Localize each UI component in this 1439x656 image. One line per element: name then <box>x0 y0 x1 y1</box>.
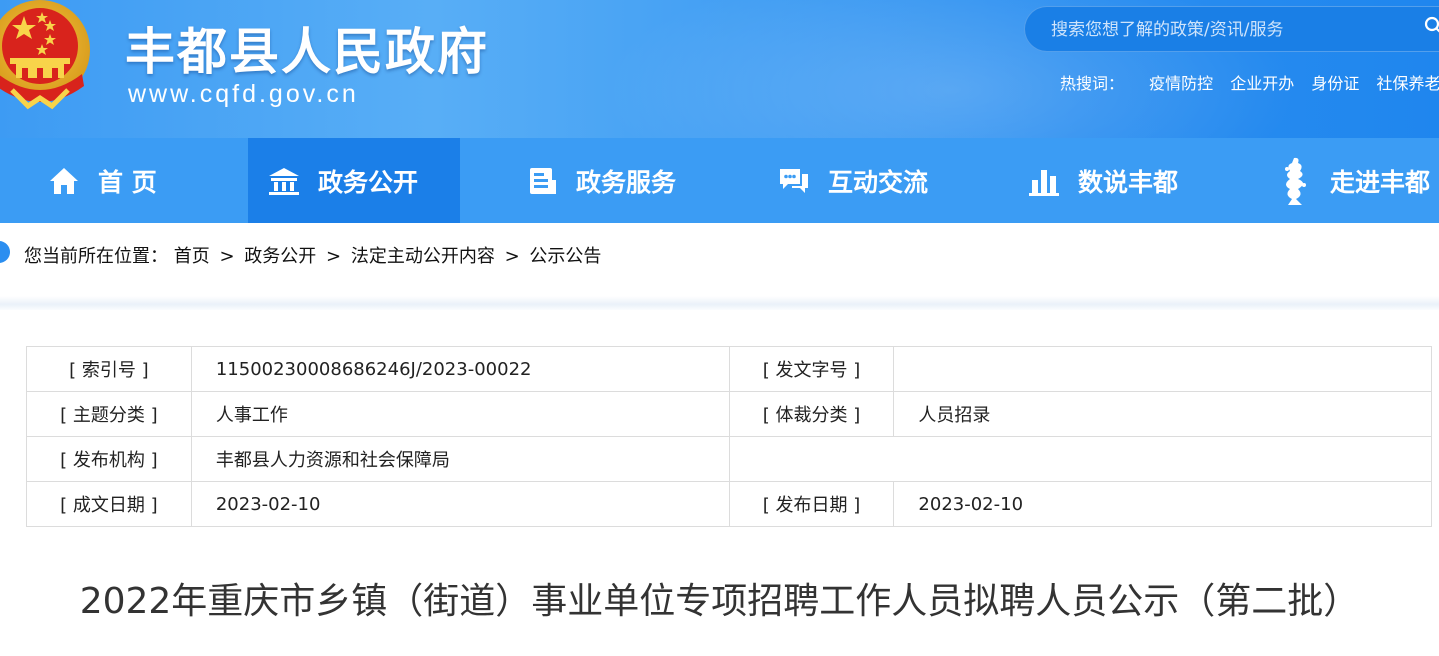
meta-value: 2023-02-10 <box>190 481 730 527</box>
bar-chart-icon <box>1029 169 1059 196</box>
breadcrumb-prefix: 您当前所在位置： <box>24 246 168 267</box>
site-title[interactable]: 丰都县人民政府 <box>125 12 489 84</box>
meta-value: 人员招录 <box>893 391 1432 437</box>
meta-label: [ 主题分类 ] <box>26 391 192 437</box>
hot-word-link[interactable]: 疫情防控 <box>1149 74 1213 93</box>
table-row: [ 主题分类 ] 人事工作 [ 体裁分类 ] 人员招录 <box>26 391 1432 437</box>
nav-item-government-affairs[interactable]: 政务公开 <box>248 138 460 223</box>
hot-search-row: 热搜词： 疫情防控 企业开办 身份证 社保养老 <box>1060 70 1439 94</box>
meta-label: [ 发文字号 ] <box>728 346 895 392</box>
breadcrumb-separator: > <box>219 246 235 267</box>
nav-item-home[interactable]: 首 页 <box>48 138 157 223</box>
hot-word-link[interactable]: 身份证 <box>1311 74 1359 93</box>
meta-value: 人事工作 <box>190 391 730 437</box>
site-header: 丰都县人民政府 www.cqfd.gov.cn 热搜词： 疫情防控 企业开办 身… <box>0 0 1439 138</box>
breadcrumb-separator: > <box>326 246 342 267</box>
meta-label: [ 发布日期 ] <box>728 481 895 527</box>
hot-word-link[interactable]: 企业开办 <box>1230 74 1294 93</box>
meta-label: [ 索引号 ] <box>26 346 192 392</box>
breadcrumb-link[interactable]: 法定主动公开内容 <box>351 246 495 267</box>
meta-value: 丰都县人力资源和社会保障局 <box>190 436 730 482</box>
nav-item-label: 互动交流 <box>828 167 929 197</box>
meta-label: [ 发布机构 ] <box>26 436 192 482</box>
hot-search-label: 热搜词： <box>1060 74 1125 93</box>
document-icon <box>530 167 556 194</box>
meta-value: 2023-02-10 <box>893 481 1432 527</box>
search-box <box>1024 6 1439 52</box>
location-marker-icon <box>0 241 10 263</box>
home-icon <box>50 167 78 194</box>
article-title: 2022年重庆市乡镇（街道）事业单位专项招聘工作人员拟聘人员公示（第二批） <box>79 581 1360 622</box>
meta-empty-cell <box>728 436 1433 482</box>
nav-item-interaction[interactable]: 互动交流 <box>778 138 928 223</box>
figure-icon <box>1285 157 1306 205</box>
breadcrumb-link[interactable]: 公示公告 <box>529 246 601 267</box>
nav-item-label: 首 页 <box>98 167 157 197</box>
search-input[interactable] <box>1051 18 1411 42</box>
national-emblem-icon <box>0 0 90 110</box>
nav-item-label: 政务公开 <box>318 167 419 197</box>
breadcrumb-link[interactable]: 政务公开 <box>244 246 316 267</box>
meta-label: [ 体裁分类 ] <box>728 391 895 437</box>
table-row: [ 索引号 ] 11500230008686246J/2023-00022 [ … <box>26 346 1432 392</box>
nav-item-label: 数说丰都 <box>1078 167 1179 197</box>
breadcrumb: 您当前所在位置： 首页 > 政务公开 > 法定主动公开内容 > 公示公告 <box>24 242 601 268</box>
table-row: [ 成文日期 ] 2023-02-10 [ 发布日期 ] 2023-02-10 <box>26 481 1432 527</box>
nav-item-government-services[interactable]: 政务服务 <box>528 138 676 223</box>
site-domain: www.cqfd.gov.cn <box>128 80 359 108</box>
breadcrumb-link[interactable]: 首页 <box>174 246 210 267</box>
meta-label: [ 成文日期 ] <box>26 481 192 527</box>
nav-item-data-fengdu[interactable]: 数说丰都 <box>1028 138 1178 223</box>
nav-item-label: 走进丰都 <box>1330 167 1431 197</box>
search-icon[interactable] <box>1424 16 1439 36</box>
table-row: [ 发布机构 ] 丰都县人力资源和社会保障局 <box>26 436 1433 482</box>
main-nav: 首 页 政务公开 政务服务 互动交流 数说丰都 走进丰都 <box>0 138 1439 223</box>
nav-item-about-fengdu[interactable]: 走进丰都 <box>1278 138 1430 223</box>
document-meta-table: [ 索引号 ] 11500230008686246J/2023-00022 [ … <box>26 346 1433 527</box>
meta-value: 11500230008686246J/2023-00022 <box>190 346 730 392</box>
hot-word-link[interactable]: 社保养老 <box>1376 74 1439 93</box>
nav-item-label: 政务服务 <box>576 167 677 197</box>
chat-icon <box>780 168 808 193</box>
breadcrumb-divider <box>0 296 1439 310</box>
building-icon <box>269 167 299 195</box>
meta-value <box>893 346 1432 392</box>
breadcrumb-separator: > <box>504 246 520 267</box>
